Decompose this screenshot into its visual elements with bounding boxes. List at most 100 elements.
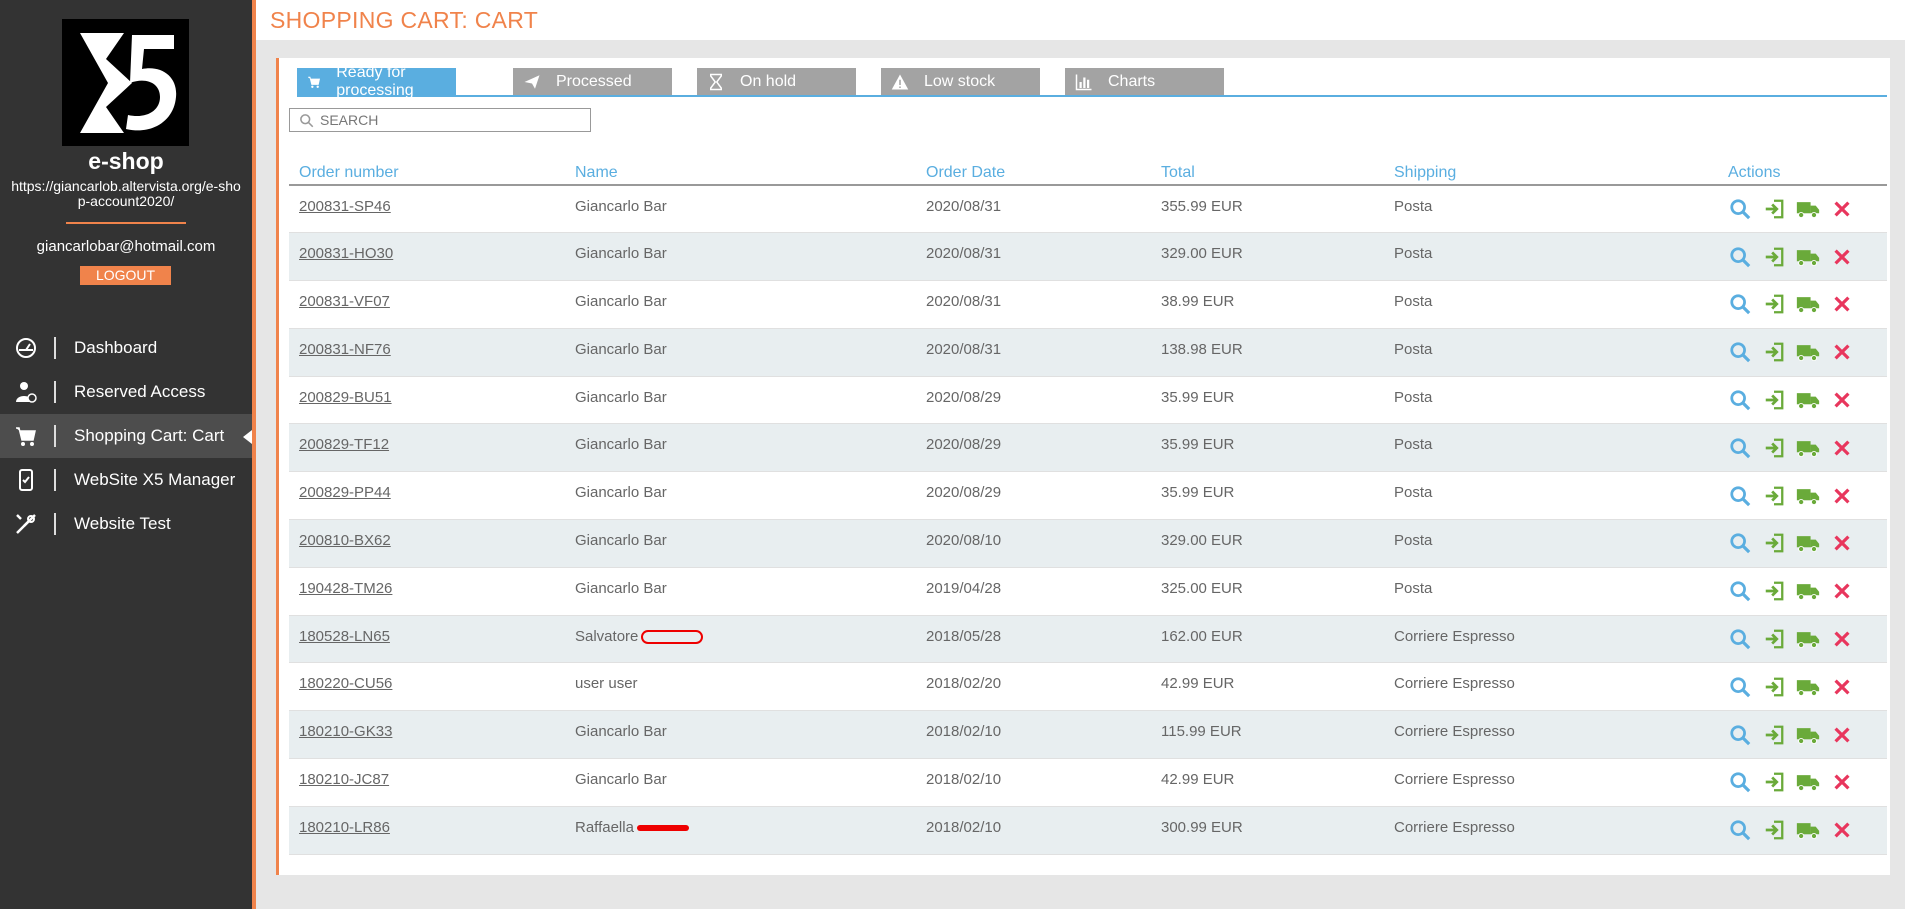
- ship-order-icon[interactable]: [1796, 819, 1820, 845]
- delete-order-icon[interactable]: [1830, 771, 1854, 797]
- ship-order-icon[interactable]: [1796, 437, 1820, 463]
- delete-order-icon[interactable]: [1830, 389, 1854, 415]
- delete-order-icon[interactable]: [1830, 724, 1854, 750]
- process-order-icon[interactable]: [1762, 532, 1786, 558]
- column-header-shipping[interactable]: Shipping: [1384, 161, 1718, 186]
- delete-order-icon[interactable]: [1830, 628, 1854, 654]
- process-order-icon[interactable]: [1762, 724, 1786, 750]
- column-header-total[interactable]: Total: [1151, 161, 1384, 186]
- ship-order-icon[interactable]: [1796, 198, 1820, 224]
- process-order-icon[interactable]: [1762, 293, 1786, 319]
- cell-order-date: 2018/02/10: [916, 806, 1151, 855]
- delete-order-icon[interactable]: [1830, 532, 1854, 558]
- sidebar-item-shopping-cart[interactable]: Shopping Cart: Cart: [0, 414, 252, 458]
- column-header-order-number[interactable]: Order number: [289, 161, 565, 186]
- table-row: 200829-BU51 Giancarlo Bar 2020/08/29 35.99 …: [289, 376, 1887, 425]
- view-order-icon[interactable]: [1728, 724, 1752, 750]
- cell-order-number: 200829-PP44: [289, 471, 565, 521]
- tab-processed[interactable]: Processed: [513, 68, 672, 95]
- delete-order-icon[interactable]: [1830, 246, 1854, 272]
- view-order-icon[interactable]: [1728, 389, 1752, 415]
- view-order-icon[interactable]: [1728, 198, 1752, 224]
- process-order-icon[interactable]: [1762, 437, 1786, 463]
- cell-name: Giancarlo Bar: [565, 758, 916, 807]
- view-order-icon[interactable]: [1728, 293, 1752, 319]
- ship-order-icon[interactable]: [1796, 676, 1820, 702]
- delete-order-icon[interactable]: [1830, 198, 1854, 224]
- site-url[interactable]: https://giancarlob.altervista.org/e-shop…: [8, 179, 244, 209]
- view-order-icon[interactable]: [1728, 580, 1752, 606]
- delete-order-icon[interactable]: [1830, 341, 1854, 367]
- delete-order-icon[interactable]: [1830, 819, 1854, 845]
- view-order-icon[interactable]: [1728, 676, 1752, 702]
- order-link[interactable]: 180210-JC87: [299, 771, 389, 788]
- ship-order-icon[interactable]: [1796, 389, 1820, 415]
- process-order-icon[interactable]: [1762, 628, 1786, 654]
- order-link[interactable]: 200831-HO30: [299, 245, 393, 262]
- order-link[interactable]: 200831-VF07: [299, 293, 390, 310]
- tab-charts[interactable]: Charts: [1065, 68, 1224, 95]
- delete-order-icon[interactable]: [1830, 437, 1854, 463]
- delete-order-icon[interactable]: [1830, 676, 1854, 702]
- column-header-order-date[interactable]: Order Date: [916, 161, 1151, 186]
- order-link[interactable]: 200810-BX62: [299, 532, 391, 549]
- sidebar-item-website-x5-manager[interactable]: WebSite X5 Manager: [0, 458, 252, 502]
- sidebar-item-dashboard[interactable]: Dashboard: [0, 326, 252, 370]
- sidebar-item-website-test[interactable]: Website Test: [0, 502, 252, 546]
- sidebar-item-reserved-access[interactable]: Reserved Access: [0, 370, 252, 414]
- ship-order-icon[interactable]: [1796, 485, 1820, 511]
- tab-on-hold[interactable]: On hold: [697, 68, 856, 95]
- view-order-icon[interactable]: [1728, 628, 1752, 654]
- tab-label: Charts: [1108, 72, 1156, 90]
- ship-order-icon[interactable]: [1796, 771, 1820, 797]
- tab-ready-for-processing[interactable]: Ready for processing: [297, 64, 456, 99]
- ship-order-icon[interactable]: [1796, 628, 1820, 654]
- delete-order-icon[interactable]: [1830, 485, 1854, 511]
- cell-total: 300.99 EUR: [1151, 806, 1384, 855]
- order-link[interactable]: 200829-BU51: [299, 389, 392, 406]
- view-order-icon[interactable]: [1728, 437, 1752, 463]
- view-order-icon[interactable]: [1728, 341, 1752, 367]
- search-input[interactable]: [320, 112, 580, 128]
- process-order-icon[interactable]: [1762, 771, 1786, 797]
- process-order-icon[interactable]: [1762, 676, 1786, 702]
- customer-name: Giancarlo Bar: [575, 484, 667, 502]
- order-link[interactable]: 180210-LR86: [299, 819, 390, 836]
- ship-order-icon[interactable]: [1796, 532, 1820, 558]
- process-order-icon[interactable]: [1762, 341, 1786, 367]
- ship-order-icon[interactable]: [1796, 580, 1820, 606]
- customer-name: Giancarlo Bar: [575, 340, 667, 358]
- ship-order-icon[interactable]: [1796, 724, 1820, 750]
- view-order-icon[interactable]: [1728, 246, 1752, 272]
- process-order-icon[interactable]: [1762, 819, 1786, 845]
- order-link[interactable]: 180220-CU56: [299, 675, 392, 692]
- view-order-icon[interactable]: [1728, 532, 1752, 558]
- tab-low-stock[interactable]: Low stock: [881, 68, 1040, 95]
- order-link[interactable]: 190428-TM26: [299, 580, 392, 597]
- process-order-icon[interactable]: [1762, 246, 1786, 272]
- view-order-icon[interactable]: [1728, 819, 1752, 845]
- process-order-icon[interactable]: [1762, 198, 1786, 224]
- logout-button[interactable]: LOGOUT: [80, 266, 171, 285]
- delete-order-icon[interactable]: [1830, 580, 1854, 606]
- sidebar-item-label: Dashboard: [74, 338, 158, 357]
- order-link[interactable]: 200831-SP46: [299, 198, 391, 215]
- view-order-icon[interactable]: [1728, 485, 1752, 511]
- view-order-icon[interactable]: [1728, 771, 1752, 797]
- process-order-icon[interactable]: [1762, 389, 1786, 415]
- ship-order-icon[interactable]: [1796, 341, 1820, 367]
- order-link[interactable]: 180528-LN65: [299, 628, 390, 645]
- delete-order-icon[interactable]: [1830, 293, 1854, 319]
- order-link[interactable]: 200829-PP44: [299, 484, 391, 501]
- customer-name: Giancarlo Bar: [575, 436, 667, 454]
- order-link[interactable]: 200829-TF12: [299, 436, 389, 453]
- ship-order-icon[interactable]: [1796, 293, 1820, 319]
- process-order-icon[interactable]: [1762, 580, 1786, 606]
- cell-total: 35.99 EUR: [1151, 376, 1384, 425]
- process-order-icon[interactable]: [1762, 485, 1786, 511]
- ship-order-icon[interactable]: [1796, 246, 1820, 272]
- order-link[interactable]: 200831-NF76: [299, 341, 391, 358]
- cell-name: Giancarlo Bar: [565, 710, 916, 760]
- order-link[interactable]: 180210-GK33: [299, 723, 392, 740]
- column-header-name[interactable]: Name: [565, 161, 916, 186]
